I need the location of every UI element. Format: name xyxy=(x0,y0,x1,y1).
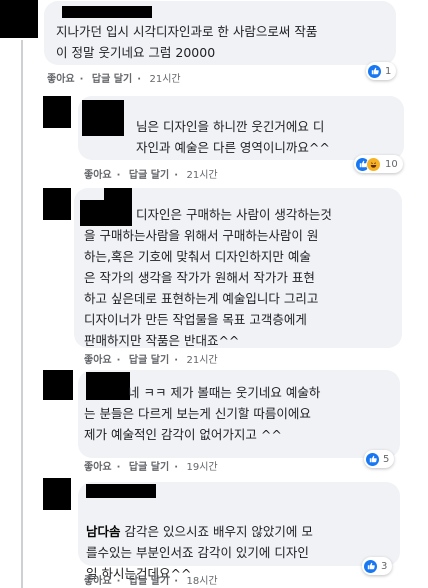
reaction-summary[interactable]: 5 xyxy=(364,450,395,468)
comment-actions: 좋아요 · 답글 달기 · 19시간 xyxy=(84,458,223,473)
comment-text: 님은 디자인을 하니깐 웃긴거에요 디 자인과 예술은 다른 영역이니까요^^ xyxy=(136,119,330,155)
timestamp[interactable]: 19시간 xyxy=(187,462,218,473)
separator-dot: · xyxy=(174,462,179,473)
timestamp[interactable]: 18시간 xyxy=(187,576,218,587)
separator-dot: · xyxy=(174,170,179,181)
commenter-name[interactable]: 남다솜 xyxy=(86,524,121,539)
separator-dot: · xyxy=(116,170,121,181)
commenter-name-redacted[interactable] xyxy=(86,484,156,498)
timestamp[interactable]: 21시간 xyxy=(150,74,181,85)
like-link[interactable]: 좋아요 xyxy=(47,74,75,85)
thread-line xyxy=(21,40,23,588)
reaction-count: 10 xyxy=(385,158,398,170)
like-icon xyxy=(368,64,381,78)
comment-actions: 좋아요 · 답글 달기 · 21시간 xyxy=(47,70,186,85)
reaction-count: 3 xyxy=(381,560,388,572)
separator-dot: · xyxy=(174,576,179,587)
avatar[interactable] xyxy=(43,370,73,400)
reply-link[interactable]: 답글 달기 xyxy=(92,74,132,85)
commenter-name-redacted[interactable] xyxy=(104,188,132,200)
separator-dot: · xyxy=(79,74,84,85)
comment-actions: 좋아요 · 답글 달기 · 21시간 xyxy=(84,166,223,181)
reaction-count: 5 xyxy=(383,453,390,465)
haha-icon xyxy=(366,156,381,172)
timestamp[interactable]: 21시간 xyxy=(187,170,218,181)
separator-dot: · xyxy=(116,355,121,366)
reply-link[interactable]: 답글 달기 xyxy=(129,576,169,587)
like-icon xyxy=(364,559,377,573)
timestamp[interactable]: 21시간 xyxy=(187,355,218,366)
reply-link[interactable]: 답글 달기 xyxy=(129,355,169,366)
separator-dot: · xyxy=(174,355,179,366)
like-link[interactable]: 좋아요 xyxy=(84,462,112,473)
separator-dot: · xyxy=(116,462,121,473)
comment-actions: 좋아요 · 답글 달기 · 18시간 xyxy=(84,572,223,587)
reaction-summary[interactable]: 1 xyxy=(366,62,397,80)
commenter-name-redacted[interactable] xyxy=(82,100,124,136)
avatar[interactable] xyxy=(0,0,38,38)
reply-link[interactable]: 답글 달기 xyxy=(129,170,169,181)
comment-text: 디자인은 구매하는 사람이 생각하는것 을 구매하는사람을 위해서 구매하는사람… xyxy=(84,207,332,348)
avatar[interactable] xyxy=(43,478,71,510)
comment-text: 지나가던 입시 시각디자인과로 한 사람으로써 작품 이 정말 웃기네요 그럼 … xyxy=(56,24,318,60)
like-icon xyxy=(366,452,379,466)
avatar[interactable] xyxy=(43,96,71,128)
reply-link[interactable]: 답글 달기 xyxy=(129,462,169,473)
comment-text: 네 ㅋㅋ 제가 볼때는 웃기네요 예술하 는 분들은 다르게 보는게 신기할 따… xyxy=(84,385,321,442)
reaction-count: 1 xyxy=(385,65,392,77)
separator-dot: · xyxy=(137,74,142,85)
avatar[interactable] xyxy=(43,188,71,220)
comment-actions: 좋아요 · 답글 달기 · 21시간 xyxy=(84,351,223,366)
reaction-summary[interactable]: 3 xyxy=(362,557,393,575)
like-link[interactable]: 좋아요 xyxy=(84,576,112,587)
reaction-summary[interactable]: 10 xyxy=(354,155,403,173)
commenter-name-redacted[interactable] xyxy=(62,6,152,18)
like-link[interactable]: 좋아요 xyxy=(84,170,112,181)
like-link[interactable]: 좋아요 xyxy=(84,355,112,366)
separator-dot: · xyxy=(116,576,121,587)
